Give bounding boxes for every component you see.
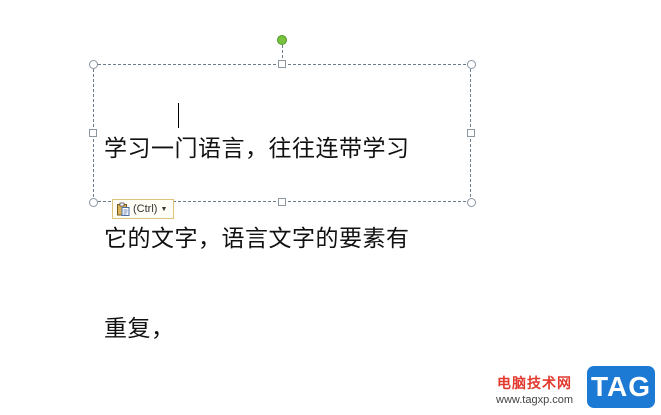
text-line: 它的文字，语言文字的要素有	[104, 226, 410, 252]
text-line: 学习一门语言，往往连带学习	[104, 136, 410, 162]
watermark-logo: TAG	[587, 366, 655, 408]
textbox-content[interactable]: 学习一门语言，往往连带学习 它的文字，语言文字的要素有 重复，	[104, 74, 456, 404]
watermark-site-name: 电脑技术网	[497, 376, 572, 392]
document-canvas[interactable]: 学习一门语言，往往连带学习 它的文字，语言文字的要素有 重复， (Ctrl) ▼…	[0, 0, 661, 415]
watermark-url: www.tagxp.com	[496, 394, 574, 406]
resize-handle-top-right[interactable]	[467, 60, 476, 69]
resize-handle-left[interactable]	[89, 129, 97, 137]
clipboard-paste-icon	[116, 202, 130, 216]
resize-handle-bottom-left[interactable]	[89, 198, 98, 207]
paste-options-label: (Ctrl)	[133, 203, 158, 215]
resize-handle-top[interactable]	[278, 60, 286, 68]
paste-options-button[interactable]: (Ctrl) ▼	[112, 199, 174, 219]
rotate-handle[interactable]	[277, 35, 287, 45]
dropdown-arrow-icon: ▼	[160, 205, 168, 213]
text-line: 重复，	[104, 316, 175, 342]
resize-handle-right[interactable]	[467, 129, 475, 137]
text-cursor	[178, 103, 179, 128]
resize-handle-top-left[interactable]	[89, 60, 98, 69]
resize-handle-bottom-right[interactable]	[467, 198, 476, 207]
